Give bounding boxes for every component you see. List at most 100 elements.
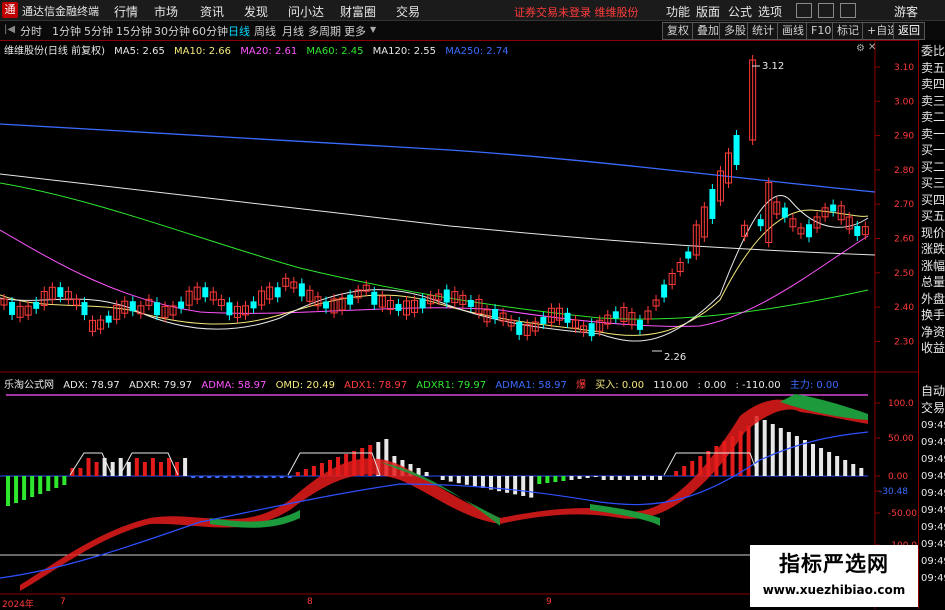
login-notice[interactable]: 证券交易未登录 维维股份 [514, 4, 639, 20]
period-more[interactable]: 更多 [344, 23, 366, 39]
menu-trade[interactable]: 交易 [396, 3, 420, 20]
price-tick-label: 3.10 [894, 63, 914, 73]
candle-body [492, 309, 499, 320]
side-field-label: 卖五 [921, 60, 945, 75]
histogram-bar [30, 476, 35, 497]
app-logo-icon: 通 [2, 2, 18, 18]
adma-legend: ADMA: 58.97 [201, 380, 267, 391]
histogram-bar [279, 476, 284, 478]
user-guest[interactable]: 游客 [894, 3, 918, 20]
chart-canvas[interactable]: 3.12 2.26 3.10 3.00 2.90 2.80 2.70 2.60 2.50 2.… [0, 40, 918, 609]
settings-gear-icon[interactable]: ⚙ [856, 43, 865, 54]
auto-trade-label[interactable]: 自动 [921, 384, 945, 399]
sub-tick-label: 100.0 [888, 399, 914, 409]
stats-button[interactable]: 统计 [747, 22, 779, 40]
indicator-name[interactable]: 乐淘公式网 [4, 380, 54, 391]
ma250-line [0, 123, 876, 193]
period-daily[interactable]: 日线 [228, 23, 250, 39]
ma120-line [0, 173, 876, 256]
candle-body [347, 294, 354, 305]
menu-market[interactable]: 市场 [154, 3, 178, 20]
period-monthly[interactable]: 月线 [282, 23, 304, 39]
histogram-bar [472, 476, 477, 487]
side-field-label: 外盘 [921, 291, 945, 306]
histogram-bar [126, 462, 131, 476]
adxr-legend: ADXR: 79.97 [128, 380, 193, 391]
mark-button[interactable]: 标记 [832, 22, 864, 40]
close-icon[interactable]: ✕ [868, 42, 876, 53]
histogram-bar [46, 476, 51, 491]
period-tick[interactable]: 分时 [20, 23, 42, 39]
histogram-bar [134, 458, 139, 476]
sub-tick-label: 0.00 [888, 472, 908, 482]
period-1min[interactable]: 1分钟 [52, 23, 81, 39]
x-label-jul: 7 [60, 597, 66, 607]
time-entry: 09:49 [921, 539, 945, 550]
candle-body [274, 287, 281, 298]
period-5min[interactable]: 5分钟 [84, 23, 113, 39]
ma10-legend: MA10: 2.66 [174, 46, 232, 57]
quote-side-panel: 委比 卖五 卖四 卖三 卖二 卖一 买一 买二 买三 买四 买五 现价 涨跌 涨幅 总量 外盘 换手 净资 收益 自动… [918, 40, 945, 609]
histogram-bar [62, 476, 67, 485]
menu-formula[interactable]: 公式 [728, 3, 752, 20]
period-toolbar: |◀ 分时 1分钟 5分钟 15分钟 30分钟 60分钟 日线 周线 月线 多周… [0, 21, 945, 41]
period-multi[interactable]: 多周期 [308, 23, 341, 39]
chevron-down-icon[interactable]: ▼ [370, 25, 376, 34]
histogram-bar [794, 436, 799, 476]
adjust-button[interactable]: 复权 [662, 22, 694, 40]
menu-function[interactable]: 功能 [666, 3, 690, 20]
menu-options[interactable]: 选项 [758, 3, 782, 20]
collapse-icon[interactable]: |◀ [4, 24, 15, 35]
price-tick-label: 2.30 [894, 337, 914, 347]
histogram-bar [295, 472, 300, 476]
window-close-icon[interactable] [840, 3, 856, 18]
candle-body [854, 225, 861, 236]
period-30min[interactable]: 30分钟 [154, 23, 190, 39]
menu-wealth-circle[interactable]: 财富圈 [340, 3, 376, 20]
high-label: 3.12 [762, 61, 784, 72]
histogram-bar [786, 432, 791, 476]
candle-body [467, 299, 474, 307]
watermark-logo: 指标严选网 www.xuezhibiao.com [750, 545, 918, 607]
period-15min[interactable]: 15分钟 [116, 23, 152, 39]
window-max-icon[interactable] [818, 3, 834, 18]
candle-body [298, 283, 305, 297]
x-label-aug: 8 [307, 597, 313, 607]
histogram-bar [762, 420, 767, 476]
draw-line-button[interactable]: 画线 [777, 22, 809, 40]
side-field-label: 现价 [921, 225, 945, 240]
candle-body [202, 287, 209, 298]
menu-ask[interactable]: 问小达 [288, 3, 324, 20]
histogram-bar [22, 476, 27, 500]
period-weekly[interactable]: 周线 [254, 23, 276, 39]
menu-layout[interactable]: 版面 [696, 3, 720, 20]
histogram-bar [802, 440, 807, 476]
menu-discover[interactable]: 发现 [244, 3, 268, 20]
histogram-bar [505, 476, 510, 493]
sub-tick-label: -30.48 [879, 487, 908, 497]
histogram-bar [94, 462, 99, 476]
watermark-title: 指标严选网 [779, 552, 889, 576]
time-entry: 09:49 [921, 437, 945, 448]
period-60min[interactable]: 60分钟 [192, 23, 228, 39]
burst-legend: 爆 [576, 380, 587, 391]
auto-trade-label[interactable]: 交易 [921, 401, 945, 416]
histogram-bar [167, 458, 171, 476]
histogram-bar [770, 424, 775, 476]
menu-quotes[interactable]: 行情 [114, 3, 138, 20]
side-field-label: 收益 [921, 341, 945, 355]
side-field-label: 委比 [921, 44, 945, 58]
stock-title: 维维股份(日线 前复权) [4, 46, 105, 57]
sub-legend: 乐淘公式网 ADX: 78.97 ADXR: 79.97 ADMA: 58.97… [4, 376, 845, 391]
side-field-label: 净资 [921, 324, 945, 339]
ma20-legend: MA20: 2.61 [240, 46, 298, 57]
candle-body [588, 323, 595, 337]
histogram-bar [86, 458, 91, 476]
histogram-bar [585, 476, 590, 478]
candle-body [250, 301, 257, 309]
omd-legend: OMD: 20.49 [275, 380, 335, 391]
side-field-label: 买一 [921, 143, 945, 157]
menu-news[interactable]: 资讯 [200, 3, 224, 20]
window-min-icon[interactable] [796, 3, 812, 18]
back-button[interactable]: 返回 [893, 22, 925, 40]
